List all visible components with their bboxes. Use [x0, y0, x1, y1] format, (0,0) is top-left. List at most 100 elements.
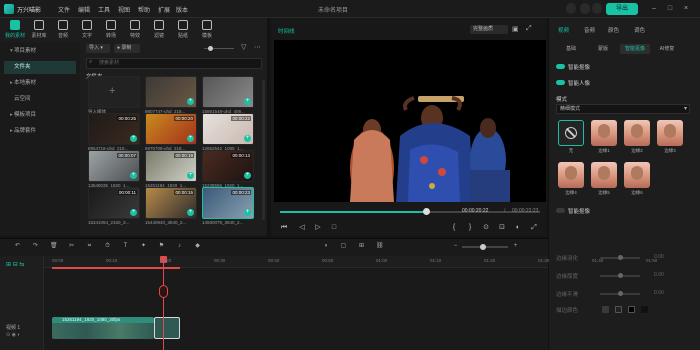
prop-subtab-2[interactable]: 智能抠像	[620, 44, 650, 54]
mask-icon[interactable]: ▢	[340, 243, 347, 250]
prop-subtab-0[interactable]: 基础	[556, 44, 586, 54]
text-icon[interactable]: T	[122, 243, 129, 250]
prop-tab-3[interactable]: 调色	[634, 26, 645, 34]
zoom-in-icon[interactable]: +	[512, 243, 519, 250]
record-button[interactable]: ● 录制	[114, 44, 140, 53]
media-thumbnail[interactable]: 00:00:20 +	[145, 113, 197, 145]
export-button[interactable]: 导出	[606, 3, 638, 15]
edge-preset[interactable]	[558, 120, 584, 146]
media-thumbnail[interactable]: 00:00:13 +	[202, 150, 254, 182]
smart-toggle[interactable]	[556, 208, 565, 213]
add-to-timeline-icon[interactable]: +	[244, 135, 251, 142]
close-icon[interactable]: ×	[682, 4, 690, 13]
ai-cutout-toggle[interactable]	[556, 64, 565, 69]
media-thumbnail[interactable]: 00:00:22 +	[202, 113, 254, 145]
mark-in-icon[interactable]: {	[450, 224, 458, 232]
import-button[interactable]: 导入 ▾	[86, 44, 110, 53]
marker-icon[interactable]: ⚑	[158, 243, 165, 250]
keyframe-icon[interactable]: ◆	[194, 243, 201, 250]
portrait-toggle[interactable]	[556, 80, 565, 85]
sidebar-item-2[interactable]: ▸本地素材	[4, 77, 76, 90]
color-swatch-dark[interactable]	[615, 306, 622, 313]
add-to-timeline-icon[interactable]: +	[130, 172, 137, 179]
edge-preset[interactable]	[558, 162, 584, 188]
link-icon[interactable]: ⛓	[376, 243, 384, 250]
step-back-icon[interactable]: ◁	[298, 224, 306, 232]
color-swatch-empty[interactable]	[641, 306, 648, 313]
audio-icon[interactable]: ♪	[176, 243, 183, 250]
prop-subtab-3[interactable]: AI修复	[652, 44, 682, 54]
more-icon[interactable]: ⋯	[254, 44, 262, 52]
zoom-out-icon[interactable]: −	[452, 243, 459, 250]
tab-template[interactable]: 模板	[196, 20, 218, 39]
undo-icon[interactable]: ↶	[14, 243, 21, 250]
redo-icon[interactable]: ↷	[32, 243, 39, 250]
tab-media[interactable]: 我的素材	[4, 20, 26, 39]
color-swatch-gray[interactable]	[602, 306, 609, 313]
prop-tab-2[interactable]: 颜色	[608, 26, 619, 34]
mark-out-icon[interactable]: }	[466, 224, 474, 232]
prop-slider-knob[interactable]	[618, 255, 623, 260]
mode-select[interactable]: 精细模式	[556, 104, 690, 114]
media-thumbnail[interactable]: 00:00:25 +	[88, 113, 140, 145]
tab-filter[interactable]: 滤镜	[148, 20, 170, 39]
screenshot-icon[interactable]: ▣	[512, 25, 521, 34]
tab-sticker[interactable]: 贴纸	[172, 20, 194, 39]
sidebar-item-3[interactable]: 云空间	[4, 93, 76, 106]
quality-select[interactable]: 完整画质	[470, 25, 508, 34]
prev-frame-icon[interactable]: ⏮	[280, 224, 288, 232]
prop-subtab-1[interactable]: 蒙版	[588, 44, 618, 54]
menu-item-1[interactable]: 编辑	[78, 5, 90, 14]
add-to-timeline-icon[interactable]: +	[244, 209, 251, 216]
crop-icon[interactable]: ⌗	[86, 243, 93, 250]
video-clip-selected[interactable]	[154, 317, 180, 339]
thumb-size-knob[interactable]	[208, 46, 213, 51]
media-thumbnail[interactable]: +	[202, 76, 254, 108]
tab-text[interactable]: 文字	[76, 20, 98, 39]
edge-preset[interactable]	[591, 162, 617, 188]
add-to-timeline-icon[interactable]: +	[244, 98, 251, 105]
delete-icon[interactable]: 🗑	[50, 243, 58, 250]
playhead-line[interactable]	[163, 256, 164, 350]
sidebar-item-0[interactable]: ▾项目素材	[4, 45, 76, 58]
prop-tab-0[interactable]: 视频	[558, 26, 569, 34]
add-to-timeline-icon[interactable]: +	[130, 135, 137, 142]
prop-slider-knob[interactable]	[618, 273, 623, 278]
menu-item-4[interactable]: 帮助	[138, 5, 150, 14]
menu-item-5[interactable]: 扩展	[158, 5, 170, 14]
prop-tab-1[interactable]: 音频	[584, 26, 595, 34]
snap-icon[interactable]: ⊞	[358, 243, 365, 250]
split-icon[interactable]: ✂	[68, 243, 75, 250]
tab-transition[interactable]: 转场	[100, 20, 122, 39]
track-controls-icon[interactable]: ⊙ ◉ ◐	[6, 332, 20, 338]
add-to-timeline-icon[interactable]: +	[187, 172, 194, 179]
seek-knob[interactable]	[422, 208, 430, 215]
add-to-timeline-icon[interactable]: +	[187, 209, 194, 216]
tab-stock[interactable]: 素材库	[28, 20, 50, 39]
media-thumbnail[interactable]: +	[145, 76, 197, 108]
sidebar-item-1[interactable]: 文件夹	[4, 61, 76, 74]
sidebar-item-5[interactable]: ▸品牌套件	[4, 125, 76, 138]
media-thumbnail[interactable]: +	[88, 76, 140, 108]
add-to-timeline-icon[interactable]: +	[244, 172, 251, 179]
tab-music[interactable]: 音频	[52, 20, 74, 39]
media-thumbnail[interactable]: 00:00:19 +	[145, 150, 197, 182]
gift-icon[interactable]	[580, 3, 590, 14]
avatar[interactable]	[566, 3, 576, 14]
add-to-timeline-icon[interactable]: +	[187, 98, 194, 105]
playhead-marker[interactable]	[159, 285, 168, 298]
play-icon[interactable]: ▷	[314, 224, 322, 232]
menu-item-6[interactable]: 版本	[176, 5, 188, 14]
color-icon[interactable]: ◑	[322, 243, 329, 250]
minimize-icon[interactable]: –	[650, 4, 658, 13]
add-to-timeline-icon[interactable]: +	[187, 135, 194, 142]
render-icon[interactable]: ⊙	[482, 224, 490, 232]
ai-icon[interactable]: ✦	[140, 243, 147, 250]
edge-preset[interactable]	[624, 162, 650, 188]
cloud-icon[interactable]	[592, 3, 602, 14]
filter-icon[interactable]: ▽	[241, 44, 249, 52]
search-input[interactable]: 搜索素材	[86, 58, 262, 69]
track-tools-icon[interactable]: ⊞ ⊟ ⇆	[6, 261, 38, 268]
expand-icon[interactable]: ⤢	[530, 224, 538, 232]
fullscreen-icon[interactable]: ⤢	[526, 25, 535, 34]
